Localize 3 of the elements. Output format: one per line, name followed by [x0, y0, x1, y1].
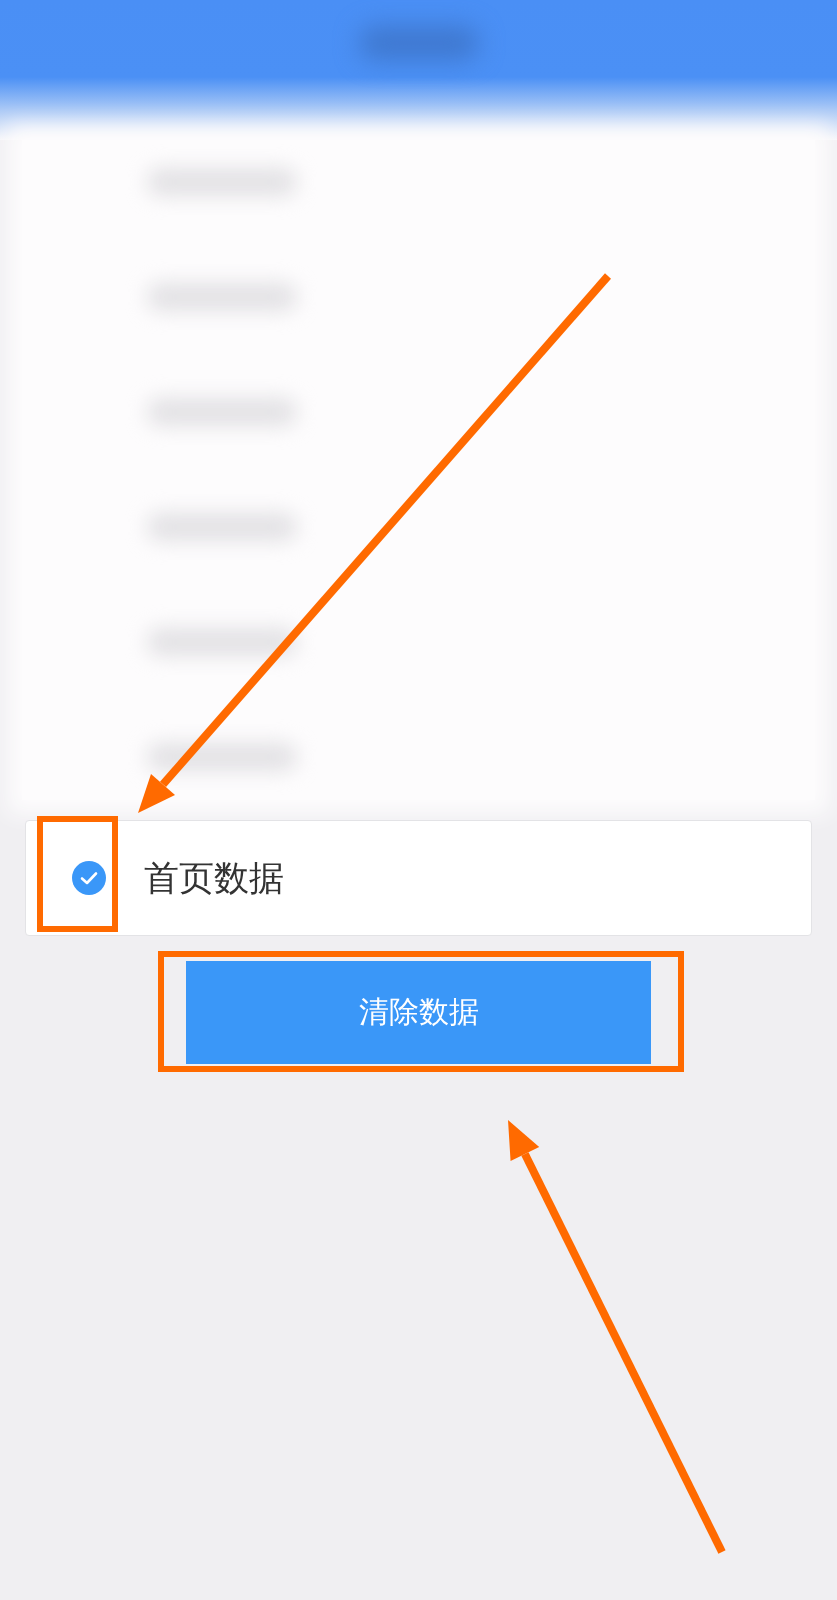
option-label[interactable]: 首页数据 — [144, 857, 284, 899]
tick-icon — [80, 872, 98, 885]
checkbox[interactable] — [72, 861, 106, 895]
